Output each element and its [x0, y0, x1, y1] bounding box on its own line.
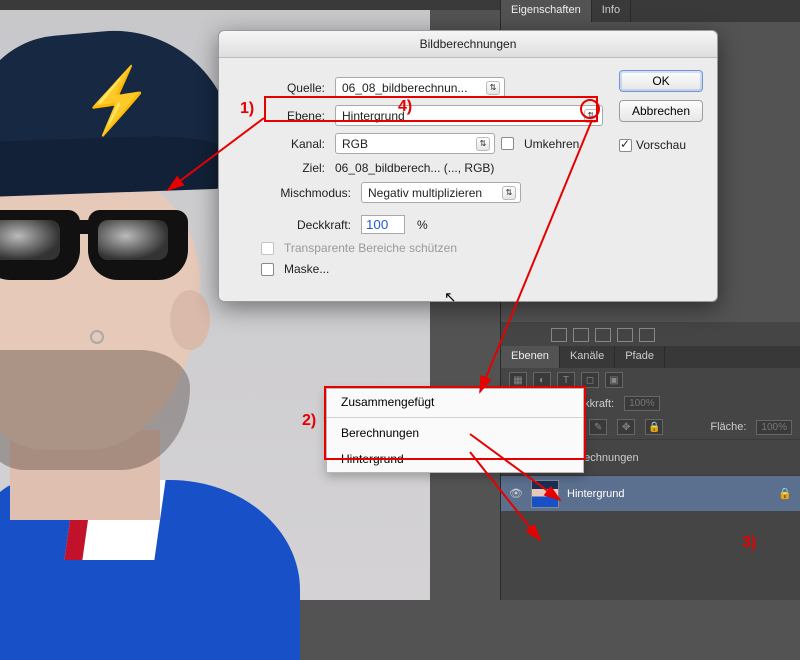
photo-visor [0, 133, 241, 198]
popup-item-hintergrund[interactable]: Hintergrund [327, 446, 583, 472]
layer-thumb [531, 480, 559, 508]
layer-dropdown-popup: Zusammengefügt Berechnungen Hintergrund [326, 388, 584, 473]
dlg-opacity-label: Deckkraft: [261, 218, 355, 232]
lock-move-icon[interactable]: ✥ [617, 419, 635, 435]
source-label: Quelle: [233, 81, 329, 95]
layer-name: Hintergrund [567, 488, 624, 500]
mask-label: Maske... [284, 262, 329, 276]
channel-dropdown[interactable]: RGB ⇅ [335, 133, 495, 154]
lock-icon: 🔒 [778, 487, 792, 500]
channel-value: RGB [342, 137, 368, 151]
filter-shape-icon[interactable]: ◻ [581, 372, 599, 388]
blend-label: Mischmodus: [251, 186, 355, 200]
transparent-label: Transparente Bereiche schützen [284, 241, 457, 255]
opacity-input[interactable] [361, 215, 405, 234]
preview-checkbox[interactable] [619, 139, 632, 152]
cancel-button[interactable]: Abbrechen [619, 100, 703, 122]
chevron-updown-icon[interactable]: ⇅ [502, 186, 516, 200]
invert-checkbox[interactable] [501, 137, 514, 150]
fill-value[interactable]: 100% [756, 420, 792, 435]
tab-layers[interactable]: Ebenen [501, 346, 560, 368]
dialog-title: Bildberechnungen [219, 31, 717, 58]
mini-icon[interactable] [639, 328, 655, 342]
filter-type-icon[interactable]: T [557, 372, 575, 388]
channel-label: Kanal: [243, 137, 329, 151]
tab-paths[interactable]: Pfade [615, 346, 665, 368]
layer-value: Hintergrund [342, 109, 405, 123]
lock-brush-icon[interactable]: ✎ [589, 419, 607, 435]
mini-icon[interactable] [551, 328, 567, 342]
opacity-value[interactable]: 100% [624, 396, 660, 411]
layer-row-hintergrund[interactable]: 👁 Hintergrund 🔒 [501, 475, 800, 511]
mini-icon[interactable] [573, 328, 589, 342]
lock-all-icon[interactable]: 🔒 [645, 419, 663, 435]
source-dropdown[interactable]: 06_08_bildberechnun... ⇅ [335, 77, 505, 98]
source-value: 06_08_bildberechnun... [342, 81, 467, 95]
layer-label: Ebene: [243, 109, 329, 123]
apply-image-dialog: Bildberechnungen OK Abbrechen Vorschau Q… [218, 30, 718, 302]
target-value: 06_08_bildberech... (..., RGB) [335, 161, 494, 175]
mini-icon[interactable] [595, 328, 611, 342]
mini-icon[interactable] [617, 328, 633, 342]
ok-button[interactable]: OK [619, 70, 703, 92]
visibility-toggle-icon[interactable]: 👁 [509, 487, 523, 500]
tab-properties[interactable]: Eigenschaften [501, 0, 592, 22]
cursor-icon: ↖ [444, 288, 457, 306]
fill-label: Fläche: [710, 421, 746, 433]
layer-dropdown[interactable]: Hintergrund ⇅ [335, 105, 603, 126]
transparent-checkbox [261, 242, 274, 255]
tab-channels[interactable]: Kanäle [560, 346, 615, 368]
chevron-updown-icon[interactable]: ⇅ [486, 81, 500, 95]
mask-checkbox[interactable] [261, 263, 274, 276]
tab-info[interactable]: Info [592, 0, 631, 22]
filter-pixel-icon[interactable]: ▦ [509, 372, 527, 388]
popup-item-berechnungen[interactable]: Berechnungen [327, 420, 583, 446]
filter-adjust-icon[interactable]: ◐ [533, 372, 551, 388]
photo-sunglasses [0, 210, 200, 280]
blend-value: Negativ multiplizieren [368, 186, 482, 200]
opacity-unit: % [417, 218, 428, 232]
photo-beard [0, 350, 190, 470]
target-label: Ziel: [273, 161, 329, 175]
preview-label: Vorschau [636, 138, 686, 152]
chevron-updown-icon[interactable]: ⇅ [476, 137, 490, 151]
filter-smart-icon[interactable]: ▣ [605, 372, 623, 388]
photo-nosering [90, 330, 104, 344]
blend-dropdown[interactable]: Negativ multiplizieren ⇅ [361, 182, 521, 203]
photo-ear [170, 290, 210, 350]
panel-mini-icons [551, 328, 655, 342]
lightning-icon: ⚡ [75, 60, 159, 141]
invert-label: Umkehren [524, 137, 579, 151]
popup-item-merged[interactable]: Zusammengefügt [327, 389, 583, 415]
chevron-updown-icon[interactable]: ⇅ [584, 109, 598, 123]
